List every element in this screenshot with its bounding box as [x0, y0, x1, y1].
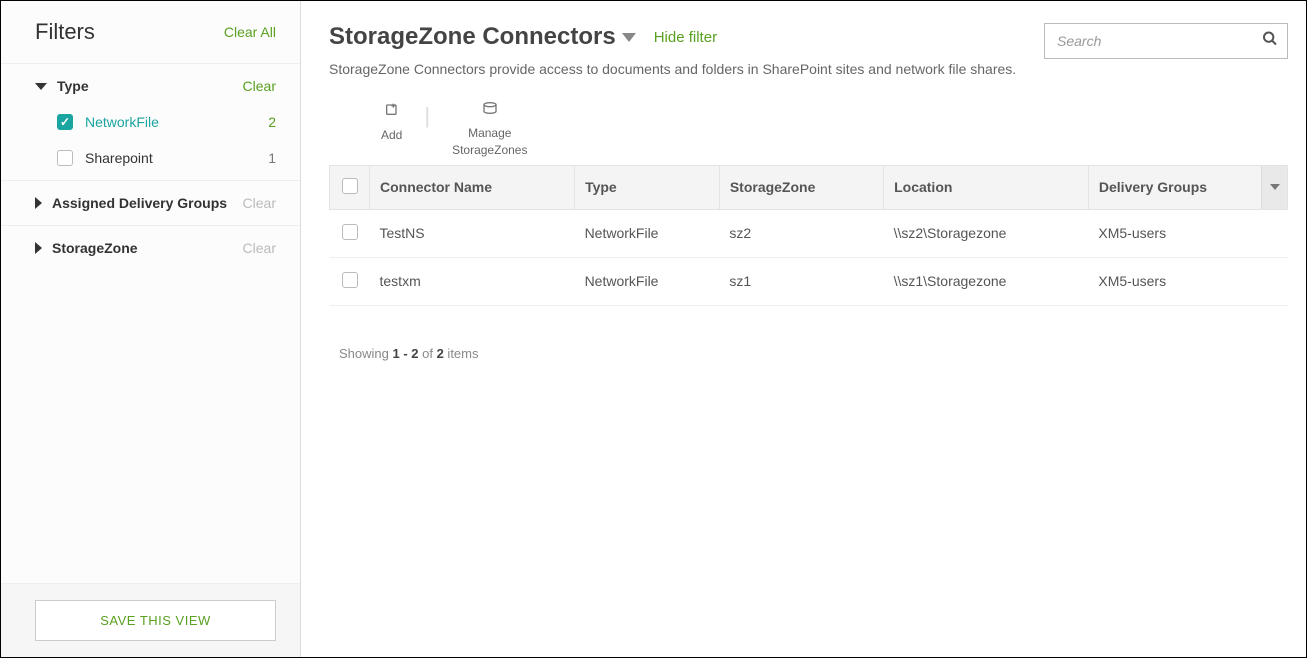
caret-right-icon: [35, 197, 42, 209]
filters-title: Filters: [35, 19, 95, 45]
filter-section-label: Assigned Delivery Groups: [52, 195, 227, 211]
hide-filter-link[interactable]: Hide filter: [654, 29, 717, 46]
col-delivery-groups[interactable]: Delivery Groups: [1088, 165, 1287, 209]
filter-section-type[interactable]: Type Clear: [35, 68, 276, 104]
chevron-down-icon: [1270, 184, 1280, 190]
clear-link[interactable]: Clear: [243, 240, 276, 256]
clear-link[interactable]: Clear: [243, 78, 276, 94]
main-content: StorageZone Connectors Hide filter Stora…: [301, 1, 1306, 657]
filter-section-delivery-groups[interactable]: Assigned Delivery Groups Clear: [35, 185, 276, 221]
manage-storagezones-button[interactable]: Manage StorageZones: [434, 101, 545, 159]
paging-info: Showing 1 - 2 of 2 items: [339, 346, 1288, 361]
page-title-text: StorageZone Connectors: [329, 23, 616, 51]
filter-item-networkfile[interactable]: NetworkFile 2: [57, 104, 276, 140]
page-subtitle: StorageZone Connectors provide access to…: [329, 61, 1288, 77]
connectors-table: Connector Name Type StorageZone Location…: [329, 165, 1288, 306]
cell-location: \\sz1\Storagezone: [884, 257, 1089, 305]
cell-type: NetworkFile: [575, 209, 720, 257]
cell-type: NetworkFile: [575, 257, 720, 305]
col-storagezone[interactable]: StorageZone: [719, 165, 883, 209]
add-icon: [384, 101, 400, 124]
table-row[interactable]: testxm NetworkFile sz1 \\sz1\Storagezone…: [330, 257, 1288, 305]
cell-groups: XM5-users: [1088, 257, 1287, 305]
toolbar: Add | Manage StorageZones: [329, 101, 1288, 159]
add-label: Add: [381, 128, 402, 144]
add-button[interactable]: Add: [363, 101, 420, 143]
filter-section-storagezone[interactable]: StorageZone Clear: [35, 230, 276, 266]
row-checkbox[interactable]: [342, 272, 358, 288]
col-location[interactable]: Location: [884, 165, 1089, 209]
save-view-button[interactable]: SAVE THIS VIEW: [35, 600, 276, 641]
select-all-header[interactable]: [330, 165, 370, 209]
filter-section-label: Type: [57, 78, 89, 94]
table-row[interactable]: TestNS NetworkFile sz2 \\sz2\Storagezone…: [330, 209, 1288, 257]
cell-location: \\sz2\Storagezone: [884, 209, 1089, 257]
cell-name: TestNS: [370, 209, 575, 257]
caret-right-icon: [35, 242, 42, 254]
col-connector-name[interactable]: Connector Name: [370, 165, 575, 209]
caret-down-icon: [622, 33, 636, 42]
cell-zone: sz1: [719, 257, 883, 305]
filter-section-label: StorageZone: [52, 240, 138, 256]
checkbox-icon[interactable]: [57, 150, 73, 166]
column-options-button[interactable]: [1261, 166, 1287, 209]
caret-down-icon: [35, 83, 47, 90]
clear-link[interactable]: Clear: [243, 195, 276, 211]
row-checkbox[interactable]: [342, 224, 358, 240]
table-header-row: Connector Name Type StorageZone Location…: [330, 165, 1288, 209]
divider: [1, 180, 300, 181]
cell-groups: XM5-users: [1088, 209, 1287, 257]
col-type[interactable]: Type: [575, 165, 720, 209]
filter-item-sharepoint[interactable]: Sharepoint 1: [57, 140, 276, 176]
search-input[interactable]: [1044, 23, 1288, 59]
checkbox-icon[interactable]: [57, 114, 73, 130]
clear-all-link[interactable]: Clear All: [224, 24, 276, 40]
filters-sidebar: Filters Clear All Type Clear NetworkFile: [1, 1, 301, 657]
filter-item-count: 2: [268, 114, 276, 130]
cell-name: testxm: [370, 257, 575, 305]
filter-item-count: 1: [268, 150, 276, 166]
storage-icon: [482, 101, 498, 122]
divider: [1, 225, 300, 226]
checkbox-icon[interactable]: [342, 178, 358, 194]
manage-label-1: Manage: [468, 126, 511, 142]
manage-label-2: StorageZones: [452, 143, 527, 159]
filter-item-label: Sharepoint: [85, 150, 153, 166]
page-title-dropdown[interactable]: StorageZone Connectors: [329, 23, 636, 51]
cell-zone: sz2: [719, 209, 883, 257]
filter-item-label: NetworkFile: [85, 114, 159, 130]
toolbar-separator: |: [420, 101, 434, 132]
search-wrapper: [1044, 23, 1288, 59]
divider: [1, 63, 300, 64]
